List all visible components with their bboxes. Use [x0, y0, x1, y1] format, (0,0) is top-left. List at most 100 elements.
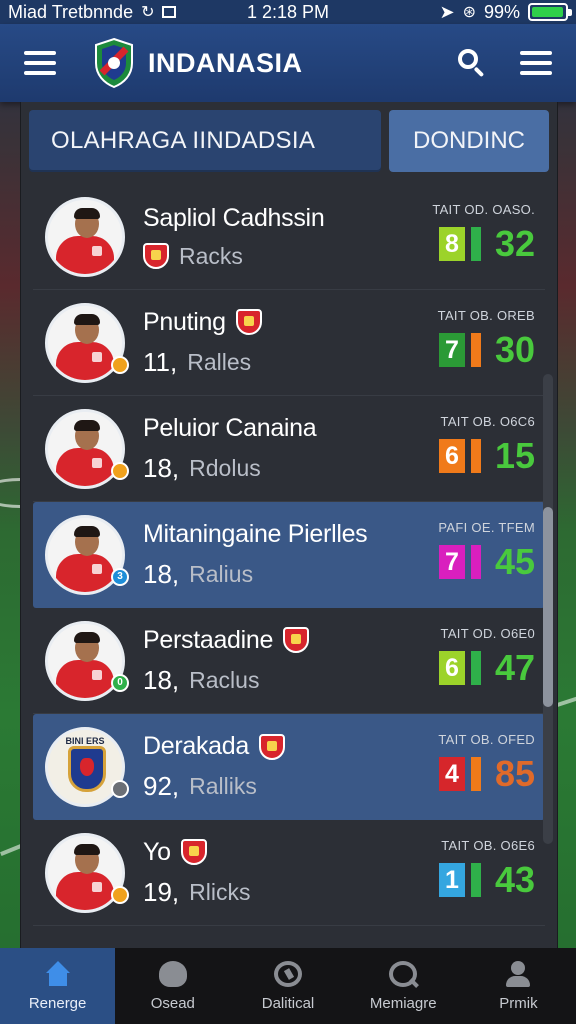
- list-item[interactable]: 3 Mitaningaine Pierlles 18, Ralius PAFI …: [33, 502, 545, 608]
- player-name: Derakada: [143, 732, 249, 760]
- status-badge: [111, 462, 129, 480]
- status-bar: Miad Tretbnnde ↻ 1 2:18 PM ➤ ⊛ 99%: [0, 0, 576, 24]
- player-unit: Raclus: [189, 666, 260, 693]
- player-unit: Ralius: [189, 561, 254, 587]
- carrier-label: Miad Tretbnnde: [8, 1, 134, 22]
- status-badge: 0: [111, 674, 129, 692]
- player-number: 18,: [143, 559, 180, 589]
- stat-label: TAIT OD. OASO.: [432, 202, 535, 217]
- nav-item-osead[interactable]: Osead: [115, 948, 230, 1024]
- player-name: Peluior Canaina: [143, 413, 317, 442]
- stat-left-value: 7: [439, 545, 465, 579]
- tab-olahraga[interactable]: OLAHRAGA IINDADSIA: [29, 110, 381, 172]
- stat-right-value: 43: [494, 859, 535, 900]
- nav-label: Renerge: [28, 994, 87, 1012]
- stat-bar: [471, 333, 481, 367]
- player-name: Yo: [143, 837, 171, 866]
- nav-label: Memiagre: [369, 994, 437, 1012]
- tab-bar: OLAHRAGA IINDADSIA DONDINC: [29, 110, 549, 172]
- player-name: Perstaadine: [143, 625, 274, 654]
- list-item[interactable]: Sapliol Cadhssin Racks TAIT OD. OASO. 8 …: [33, 184, 545, 290]
- club-crest-icon: [180, 839, 207, 865]
- stat-bar: [471, 863, 481, 897]
- list-item[interactable]: Peluior Canaina 18, Rdolus TAIT OB. O6C6…: [33, 396, 545, 502]
- nav-label: Osead: [150, 994, 195, 1012]
- stat-right-value: 85: [494, 753, 535, 794]
- battery-percent: 99%: [483, 1, 520, 22]
- player-number: 19,: [143, 876, 180, 907]
- player-unit: Rlicks: [189, 878, 251, 905]
- player-name: Mitaningaine Pierlles: [143, 520, 368, 548]
- status-badge: [111, 780, 129, 798]
- menu-icon[interactable]: [24, 51, 56, 75]
- stat-right-value: 32: [494, 223, 535, 264]
- stat-left-value: 7: [439, 333, 465, 367]
- nav-label: Dalitical: [261, 994, 315, 1012]
- stat-right-value: 15: [494, 435, 535, 476]
- squad-icon: [158, 960, 187, 987]
- stat-bar: [471, 545, 481, 579]
- list-item[interactable]: Pnuting 11, Ralles TAIT OB. OREB 7 30: [33, 290, 545, 396]
- stat-bar: [471, 651, 481, 685]
- stat-left-value: 8: [439, 227, 465, 261]
- player-number: 18,: [143, 664, 180, 695]
- club-label: BINI ERS: [65, 736, 105, 746]
- nav-item-renerge[interactable]: Renerge: [0, 948, 116, 1024]
- pitch-marking: [0, 844, 22, 856]
- stat-block: TAIT OB. OREB 7 30: [425, 308, 535, 371]
- stat-bar: [471, 439, 481, 473]
- list-item[interactable]: Yo 19, Rlicks TAIT OB. O6E6 1 43: [33, 820, 545, 926]
- app-title: INDANASIA: [148, 47, 303, 78]
- club-crest-icon: [143, 243, 169, 269]
- stat-left-value: 6: [439, 439, 465, 473]
- stat-label: TAIT OB. OREB: [437, 308, 535, 323]
- nav-label: Prmik: [499, 994, 538, 1012]
- stat-label: PAFI OE. TFEM: [438, 520, 535, 535]
- search-icon[interactable]: [458, 49, 486, 78]
- stat-left-value: 4: [439, 757, 465, 791]
- avatar: [45, 196, 125, 277]
- stat-block: TAIT OB. OFED 4 85: [425, 732, 535, 795]
- profile-icon: [504, 960, 532, 987]
- scrollbar-thumb[interactable]: [543, 507, 553, 707]
- player-number: 18,: [143, 452, 180, 483]
- stat-left-value: 6: [439, 651, 465, 685]
- list-item[interactable]: BINI ERS Derakada 92, Ralliks TAIT OB. O…: [33, 714, 545, 820]
- stats-icon: [274, 960, 302, 987]
- main-panel: OLAHRAGA IINDADSIA DONDINC Sapliol Cadhs…: [20, 102, 558, 948]
- image-icon: [162, 6, 177, 18]
- player-unit: Racks: [179, 242, 243, 269]
- location-icon: ➤: [439, 1, 455, 22]
- player-unit: Rdolus: [189, 454, 261, 481]
- tab-dondinc[interactable]: DONDINC: [389, 110, 549, 172]
- player-number: 92,: [143, 771, 180, 801]
- clock: 1 2:18 PM: [246, 1, 330, 22]
- stat-label: TAIT OB. OFED: [438, 732, 535, 747]
- club-crest-icon: [283, 627, 310, 653]
- player-name: Sapliol Cadhssin: [143, 203, 325, 232]
- list-item[interactable]: 0 Perstaadine 18, Raclus TAIT OD. O6E0 6…: [33, 608, 545, 714]
- stat-block: TAIT OB. O6C6 6 15: [425, 414, 535, 477]
- status-badge: [111, 886, 129, 904]
- nav-item-memiagre[interactable]: Memiagre: [346, 948, 461, 1024]
- player-list: Sapliol Cadhssin Racks TAIT OD. OASO. 8 …: [21, 184, 557, 926]
- nav-item-dalitical[interactable]: Dalitical: [230, 948, 345, 1024]
- stat-label: TAIT OB. O6C6: [440, 414, 535, 429]
- stat-block: TAIT OB. O6E6 1 43: [425, 838, 535, 901]
- stat-block: TAIT OD. O6E0 6 47: [425, 626, 535, 689]
- bluetooth-icon: ⊛: [462, 4, 476, 21]
- club-crest-icon: [235, 309, 262, 335]
- stat-block: TAIT OD. OASO. 8 32: [425, 202, 535, 265]
- logo-icon: [92, 37, 136, 89]
- player-unit: Ralliks: [189, 773, 257, 799]
- stat-label: TAIT OB. O6E6: [441, 838, 535, 853]
- club-crest-icon: [259, 733, 285, 760]
- stat-bar: [471, 227, 481, 261]
- search-icon: [389, 960, 418, 987]
- sync-icon: ↻: [141, 4, 155, 21]
- menu-icon[interactable]: [520, 51, 552, 75]
- stat-right-value: 45: [494, 541, 535, 582]
- nav-item-prmik[interactable]: Prmik: [461, 948, 576, 1024]
- battery-icon: [528, 3, 572, 21]
- stat-bar: [471, 757, 481, 791]
